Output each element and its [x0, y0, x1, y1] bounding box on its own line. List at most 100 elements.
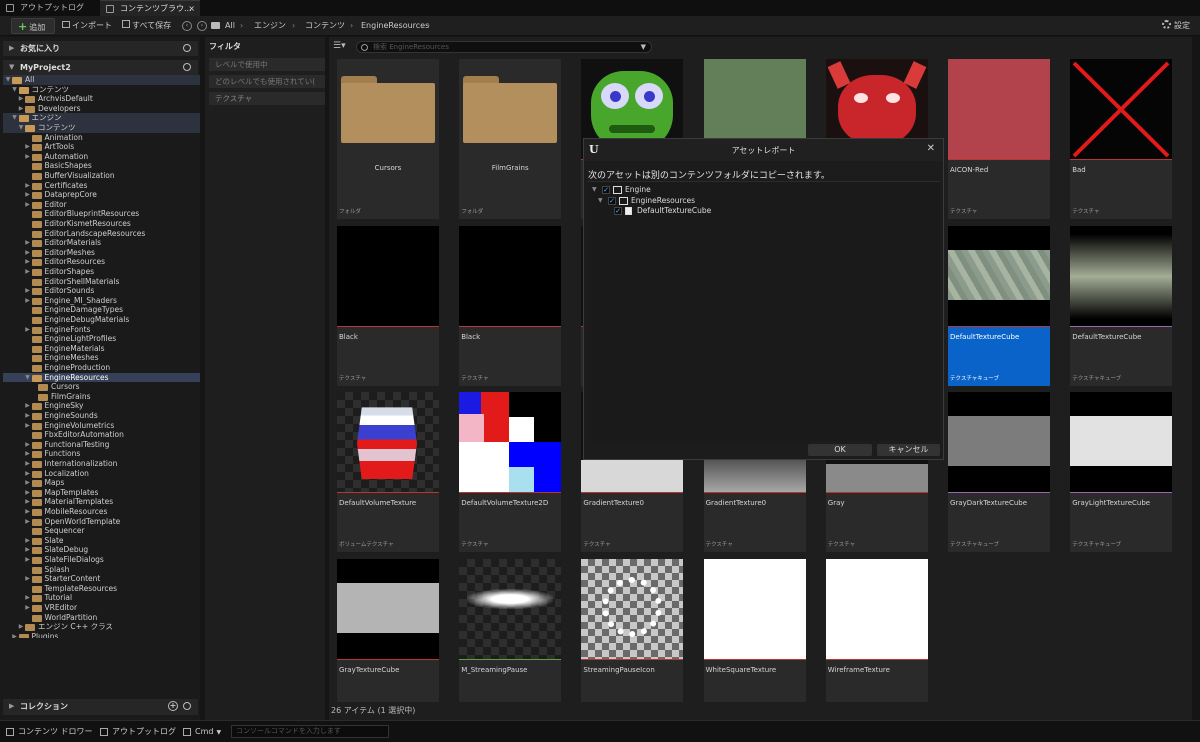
asset-tile[interactable]: DefaultTextureCube テクスチャキューブ [948, 225, 1050, 386]
add-collection-icon[interactable]: + [168, 701, 178, 711]
tree-item[interactable]: ▶ MaterialTemplates [3, 497, 200, 507]
expand-arrow-icon[interactable]: ▶ [24, 574, 32, 584]
tree-item[interactable]: ▶ エンジン C++ クラス [3, 622, 200, 632]
tree-item[interactable]: EngineLightProfiles [3, 334, 200, 344]
tree-item[interactable]: TemplateResources [3, 584, 200, 594]
content-drawer-button[interactable]: コンテンツ ドロワー [4, 724, 93, 740]
asset-tile[interactable]: Cursors フォルダ [337, 59, 439, 219]
breadcrumb-content[interactable]: コンテンツ [305, 18, 345, 34]
expand-arrow-icon[interactable]: ▶ [24, 545, 32, 555]
expand-arrow-icon[interactable]: ▶ [24, 440, 32, 450]
expand-arrow-icon[interactable]: ▶ [24, 267, 32, 277]
tree-item[interactable]: EngineProduction [3, 363, 200, 373]
tree-item[interactable]: ▶ EditorSounds [3, 286, 200, 296]
expand-arrow-icon[interactable]: ▶ [24, 238, 32, 248]
expand-arrow-icon[interactable]: ▶ [24, 257, 32, 267]
asset-tile[interactable]: FilmGrains フォルダ [459, 59, 562, 219]
expand-arrow-icon[interactable]: ▶ [24, 593, 32, 603]
tree-item[interactable]: ▶ Slate [3, 536, 200, 546]
close-tab-icon[interactable]: × [188, 1, 195, 17]
tree-item[interactable]: ▶ MapTemplates [3, 488, 200, 498]
tree-item[interactable]: EditorKismetResources [3, 219, 200, 229]
tree-item[interactable]: ▶ StarterContent [3, 574, 200, 584]
tree-item[interactable]: ▶ EngineVolumetrics [3, 421, 200, 431]
collapse-arrow-icon[interactable]: ▼ [592, 184, 597, 195]
expand-arrow-icon[interactable]: ▶ [24, 507, 32, 517]
checkbox-checked[interactable]: ✓ [614, 207, 622, 215]
expand-arrow-icon[interactable]: ▶ [24, 142, 32, 152]
tree-item[interactable]: ▶ Certificates [3, 181, 200, 191]
tree-item[interactable]: EngineDebugMaterials [3, 315, 200, 325]
asset-tile[interactable]: StreamingPauseIcon [581, 559, 684, 702]
settings-button[interactable]: 設定 [1162, 18, 1190, 34]
checkbox-checked[interactable]: ✓ [608, 196, 616, 205]
asset-tile[interactable]: WireframeTexture [825, 559, 928, 702]
tree-item[interactable]: Animation [3, 133, 200, 143]
tree-item[interactable]: ▼ エンジン [3, 113, 200, 123]
asset-tile[interactable]: AICON-Red テクスチャ [948, 59, 1050, 219]
breadcrumb-engine[interactable]: エンジン [254, 18, 286, 34]
breadcrumb-engineresources[interactable]: EngineResources [361, 18, 429, 34]
expand-arrow-icon[interactable]: ▶ [24, 200, 32, 210]
tree-item[interactable]: ▼ コンテンツ [3, 123, 200, 133]
tree-item[interactable]: ▶ VREditor [3, 603, 200, 613]
tree-item[interactable]: WorldPartition [3, 613, 200, 623]
tree-item[interactable]: ▶ MobileResources [3, 507, 200, 517]
tree-item[interactable]: ▶ EditorResources [3, 257, 200, 267]
tree-item[interactable]: ▼ All [3, 75, 200, 85]
asset-tile[interactable]: DefaultTextureCube テクスチャキューブ [1070, 225, 1173, 386]
tree-item[interactable]: ▶ Developers [3, 104, 200, 114]
add-button[interactable]: + 追加 [11, 18, 55, 34]
tree-item[interactable]: ▶ EditorShapes [3, 267, 200, 277]
tree-item[interactable]: EditorLandscapeResources [3, 229, 200, 239]
tree-item[interactable]: ▶ Internationalization [3, 459, 200, 469]
tree-item[interactable]: Splash [3, 565, 200, 575]
tree-item[interactable]: EngineMaterials [3, 344, 200, 354]
tree-item[interactable]: ▶ EditorMaterials [3, 238, 200, 248]
tree-item[interactable]: ▶ Plugins [3, 632, 200, 638]
collapse-arrow-icon[interactable]: ▼ [598, 195, 603, 206]
console-input[interactable]: コンソールコマンドを入力します [231, 725, 389, 738]
expand-arrow-icon[interactable]: ▶ [24, 152, 32, 162]
tree-item[interactable]: ▶ SlateDebug [3, 545, 200, 555]
tree-item[interactable]: ▶ ArtTools [3, 142, 200, 152]
tree-item[interactable]: ▶ Localization [3, 469, 200, 479]
tree-item[interactable]: ▶ EngineSky [3, 401, 200, 411]
chevron-down-icon[interactable]: ▼ [641, 42, 646, 52]
collapse-arrow-icon[interactable]: ▼ [4, 75, 12, 85]
tree-item[interactable]: ▶ EditorMeshes [3, 248, 200, 258]
ok-button[interactable]: OK [808, 444, 872, 456]
expand-arrow-icon[interactable]: ▶ [24, 459, 32, 469]
expand-arrow-icon[interactable]: ▶ [24, 181, 32, 191]
asset-tile[interactable]: Black テクスチャ [459, 225, 562, 386]
filter-texture[interactable]: テクスチャ [209, 92, 325, 105]
project-header[interactable]: ▼ MyProject2 [3, 60, 198, 75]
collections-header[interactable]: ▶ コレクション + [3, 699, 198, 715]
expand-arrow-icon[interactable]: ▶ [24, 286, 32, 296]
cmd-dropdown[interactable]: Cmd ▼ [181, 724, 221, 740]
expand-arrow-icon[interactable]: ▶ [11, 632, 19, 638]
search-icon[interactable] [183, 63, 191, 71]
expand-arrow-icon[interactable]: ▶ [24, 555, 32, 565]
search-input[interactable]: 検索 EngineResources ▼ [356, 41, 652, 53]
asset-tile[interactable]: DefaultVolumeTexture ボリュームテクスチャ [337, 392, 439, 553]
expand-arrow-icon[interactable]: ▶ [24, 421, 32, 431]
tree-item[interactable]: ▶ Functions [3, 449, 200, 459]
tree-item[interactable]: FilmGrains [3, 392, 200, 402]
save-all-button[interactable]: すべて保存 [122, 18, 171, 34]
expand-arrow-icon[interactable]: ▶ [24, 449, 32, 459]
collapse-arrow-icon[interactable]: ▼ [17, 123, 25, 133]
tree-item[interactable]: ▼ EngineResources [3, 372, 200, 383]
expand-arrow-icon[interactable]: ▶ [24, 497, 32, 507]
expand-arrow-icon[interactable]: ▶ [24, 478, 32, 488]
search-icon[interactable] [183, 44, 191, 52]
search-icon[interactable] [183, 702, 191, 710]
tree-item[interactable]: BufferVisualization [3, 171, 200, 181]
tree-item[interactable]: Sequencer [3, 526, 200, 536]
tree-item[interactable]: EditorShellMaterials [3, 277, 200, 287]
close-icon[interactable]: ✕ [927, 143, 935, 154]
import-button[interactable]: インポート [62, 18, 112, 34]
tree-item[interactable]: BasicShapes [3, 161, 200, 171]
favorites-header[interactable]: ▶ お気に入り [3, 41, 198, 56]
collapse-arrow-icon[interactable]: ▼ [11, 85, 19, 95]
